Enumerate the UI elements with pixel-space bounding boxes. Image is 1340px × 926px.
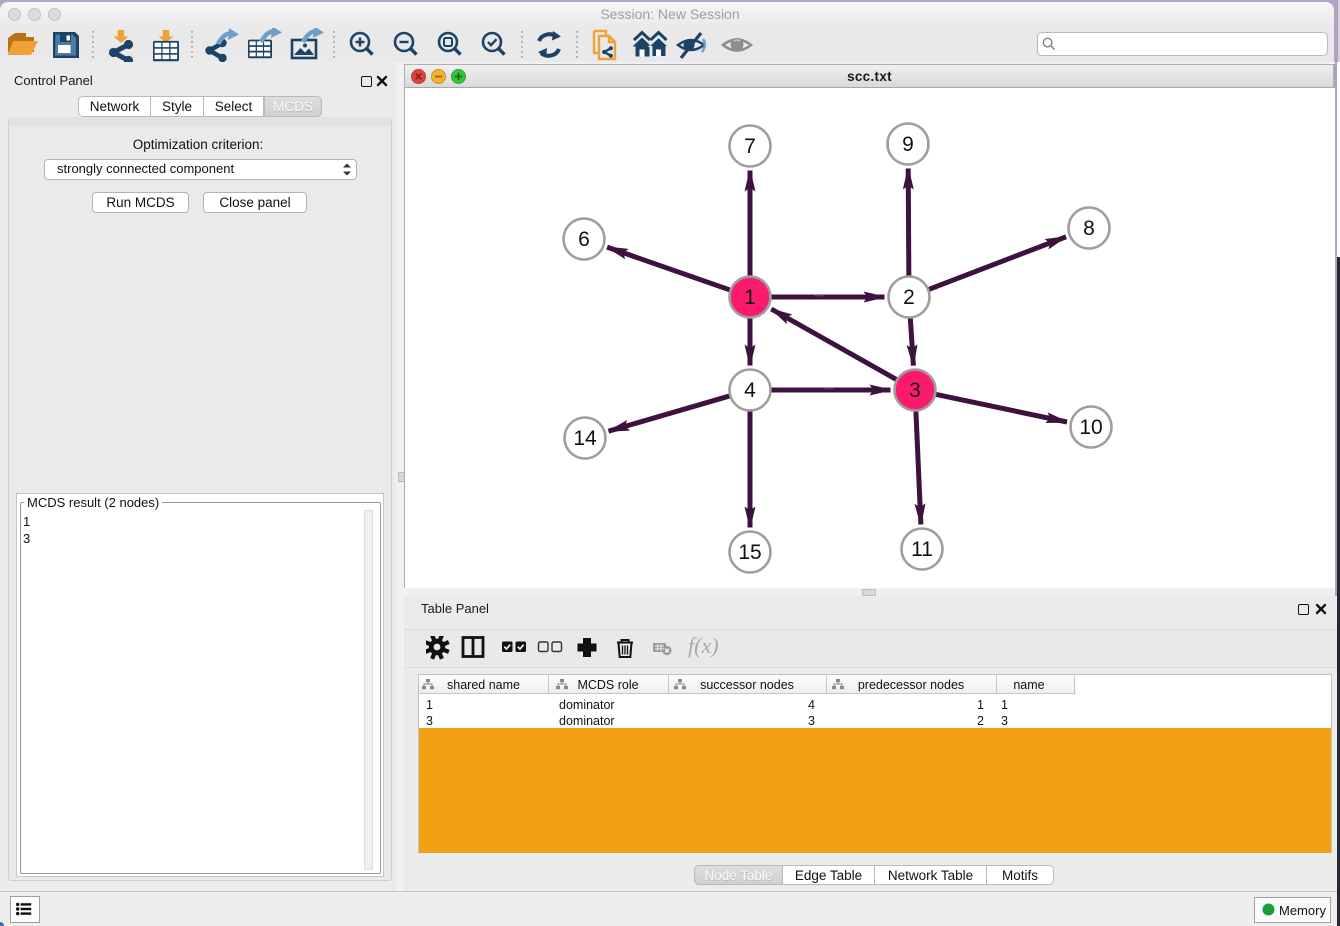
svg-text:4: 4 <box>744 379 756 402</box>
svg-text:9: 9 <box>902 133 914 156</box>
svg-text:8: 8 <box>1083 217 1095 240</box>
svg-text:1: 1 <box>744 286 756 309</box>
svg-text:14: 14 <box>573 427 597 450</box>
svg-text:2: 2 <box>903 286 915 309</box>
svg-text:6: 6 <box>578 228 590 251</box>
svg-text:15: 15 <box>738 541 761 564</box>
svg-text:3: 3 <box>909 379 921 402</box>
svg-text:11: 11 <box>911 538 933 561</box>
svg-text:10: 10 <box>1079 416 1102 439</box>
svg-text:7: 7 <box>744 135 756 158</box>
